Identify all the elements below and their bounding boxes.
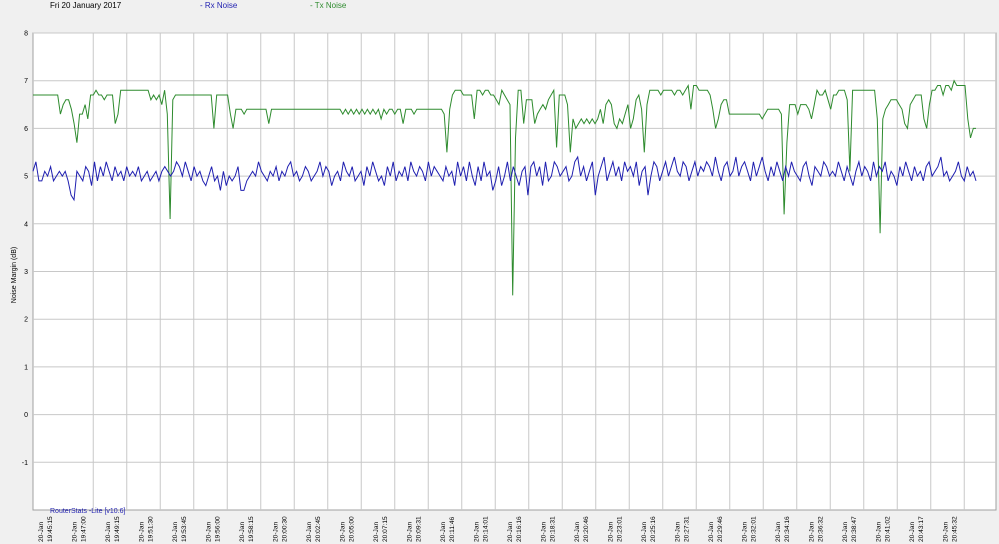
y-tick-label: -1 <box>22 460 28 467</box>
x-tick-date: 20-Jan <box>72 522 79 542</box>
x-tick-time: 20:11:46 <box>449 516 456 542</box>
noise-margin-chart: -1012345678 20-Jan 19:45:15 20-Jan 19:47:00… <box>11 31 997 542</box>
x-tick-date: 20-Jan <box>38 522 45 542</box>
x-tick-label: 20-Jan 20:14:01 <box>474 516 490 542</box>
y-tick-label: 1 <box>24 364 28 371</box>
x-tick-date: 20-Jan <box>105 522 112 542</box>
x-tick-label: 20-Jan 20:18:31 <box>541 516 557 542</box>
x-tick-time: 20:41:02 <box>885 516 892 542</box>
x-tick-date: 20-Jan <box>809 522 816 542</box>
y-tick-label: 6 <box>24 126 28 133</box>
x-tick-time: 20:07:15 <box>382 516 389 542</box>
x-tick-label: 20-Jan 19:56:00 <box>206 516 222 542</box>
x-tick-label: 20-Jan 20:25:16 <box>641 516 657 542</box>
x-tick-date: 20-Jan <box>675 522 682 542</box>
x-tick-label: 20-Jan 20:43:17 <box>909 516 925 542</box>
y-tick-label: 7 <box>24 78 28 85</box>
x-tick-date: 20-Jan <box>742 522 749 542</box>
x-tick-time: 20:29:46 <box>717 516 724 542</box>
x-tick-date: 20-Jan <box>239 522 246 542</box>
x-tick-time: 20:02:45 <box>315 516 322 542</box>
x-tick-date: 20-Jan <box>206 522 213 542</box>
x-tick-time: 19:49:15 <box>114 516 121 542</box>
x-tick-time: 19:56:00 <box>215 516 222 542</box>
x-tick-label: 20-Jan 19:51:30 <box>139 516 155 542</box>
x-tick-date: 20-Jan <box>574 522 581 542</box>
x-tick-time: 20:00:30 <box>282 516 289 542</box>
x-tick-time: 19:45:15 <box>47 516 54 542</box>
x-tick-date: 20-Jan <box>775 522 782 542</box>
x-tick-label: 20-Jan 20:23:01 <box>608 516 624 542</box>
x-tick-time: 19:51:30 <box>148 516 155 542</box>
x-tick-label: 20-Jan 20:36:32 <box>809 516 825 542</box>
x-tick-label: 20-Jan 20:00:30 <box>273 516 289 542</box>
x-tick-date: 20-Jan <box>474 522 481 542</box>
x-tick-time: 19:53:45 <box>181 516 188 542</box>
x-tick-label: 20-Jan 20:11:46 <box>440 516 456 542</box>
x-tick-date: 20-Jan <box>440 522 447 542</box>
x-tick-label: 20-Jan 20:27:31 <box>675 516 691 542</box>
y-tick-label: 3 <box>24 269 28 276</box>
x-tick-date: 20-Jan <box>273 522 280 542</box>
x-tick-time: 20:34:16 <box>784 516 791 542</box>
x-tick-label: 20-Jan 19:58:15 <box>239 516 255 542</box>
x-tick-time: 20:38:47 <box>851 516 858 542</box>
x-tick-time: 20:45:32 <box>952 516 959 542</box>
x-tick-label: 20-Jan 20:20:46 <box>574 516 590 542</box>
x-tick-date: 20-Jan <box>407 522 414 542</box>
x-tick-date: 20-Jan <box>306 522 313 542</box>
x-tick-label: 20-Jan 19:53:45 <box>172 516 188 542</box>
x-tick-label: 20-Jan 20:16:16 <box>507 516 523 542</box>
x-tick-label: 20-Jan 20:38:47 <box>842 516 858 542</box>
x-tick-time: 20:27:31 <box>684 516 691 542</box>
x-tick-label: 20-Jan 20:32:01 <box>742 516 758 542</box>
x-tick-date: 20-Jan <box>340 522 347 542</box>
x-tick-label: 20-Jan 20:45:32 <box>943 516 959 542</box>
x-tick-label: 20-Jan 20:02:45 <box>306 516 322 542</box>
footer-version: RouterStats -Lite [v10.6] <box>50 508 126 515</box>
x-tick-date: 20-Jan <box>876 522 883 542</box>
y-axis-ticks: -1 0 1 2 3 4 5 6 7 8 <box>22 31 28 467</box>
x-tick-time: 20:18:31 <box>550 516 557 542</box>
x-tick-date: 20-Jan <box>842 522 849 542</box>
x-tick-time: 20:43:17 <box>918 516 925 542</box>
x-tick-label: 20-Jan 20:41:02 <box>876 516 892 542</box>
x-tick-date: 20-Jan <box>172 522 179 542</box>
x-tick-time: 19:58:15 <box>248 516 255 542</box>
y-axis-label: Noise Margin (dB) <box>11 247 18 303</box>
x-tick-label: 20-Jan 20:07:15 <box>373 516 389 542</box>
x-tick-time: 20:09:31 <box>416 516 423 542</box>
x-tick-label: 20-Jan 20:09:31 <box>407 516 423 542</box>
x-tick-label: 20-Jan 19:47:00 <box>72 516 88 542</box>
x-tick-time: 20:36:32 <box>818 516 825 542</box>
y-tick-label: 8 <box>24 31 28 38</box>
x-tick-time: 20:25:16 <box>650 516 657 542</box>
x-axis-ticks: 20-Jan 19:45:15 20-Jan 19:47:00 20-Jan 19:49:… <box>38 516 959 542</box>
x-tick-date: 20-Jan <box>943 522 950 542</box>
x-tick-label: 20-Jan 19:45:15 <box>38 516 54 542</box>
y-tick-label: 2 <box>24 317 28 324</box>
x-tick-label: 20-Jan 20:29:46 <box>708 516 724 542</box>
x-tick-time: 20:23:01 <box>617 516 624 542</box>
x-tick-time: 19:47:00 <box>81 516 88 542</box>
x-tick-date: 20-Jan <box>507 522 514 542</box>
x-tick-date: 20-Jan <box>541 522 548 542</box>
y-tick-label: 5 <box>24 174 28 181</box>
x-tick-time: 20:05:00 <box>349 516 356 542</box>
x-tick-time: 20:14:01 <box>483 516 490 542</box>
x-tick-time: 20:32:01 <box>751 516 758 542</box>
x-tick-time: 20:16:16 <box>516 516 523 542</box>
y-tick-label: 4 <box>24 221 28 228</box>
x-tick-date: 20-Jan <box>608 522 615 542</box>
x-tick-label: 20-Jan 20:34:16 <box>775 516 791 542</box>
x-tick-label: 20-Jan 20:05:00 <box>340 516 356 542</box>
x-tick-date: 20-Jan <box>708 522 715 542</box>
x-tick-label: 20-Jan 19:49:15 <box>105 516 121 542</box>
x-tick-date: 20-Jan <box>641 522 648 542</box>
x-tick-date: 20-Jan <box>373 522 380 542</box>
x-tick-date: 20-Jan <box>139 522 146 542</box>
x-tick-date: 20-Jan <box>909 522 916 542</box>
x-tick-time: 20:20:46 <box>583 516 590 542</box>
y-tick-label: 0 <box>24 412 28 419</box>
